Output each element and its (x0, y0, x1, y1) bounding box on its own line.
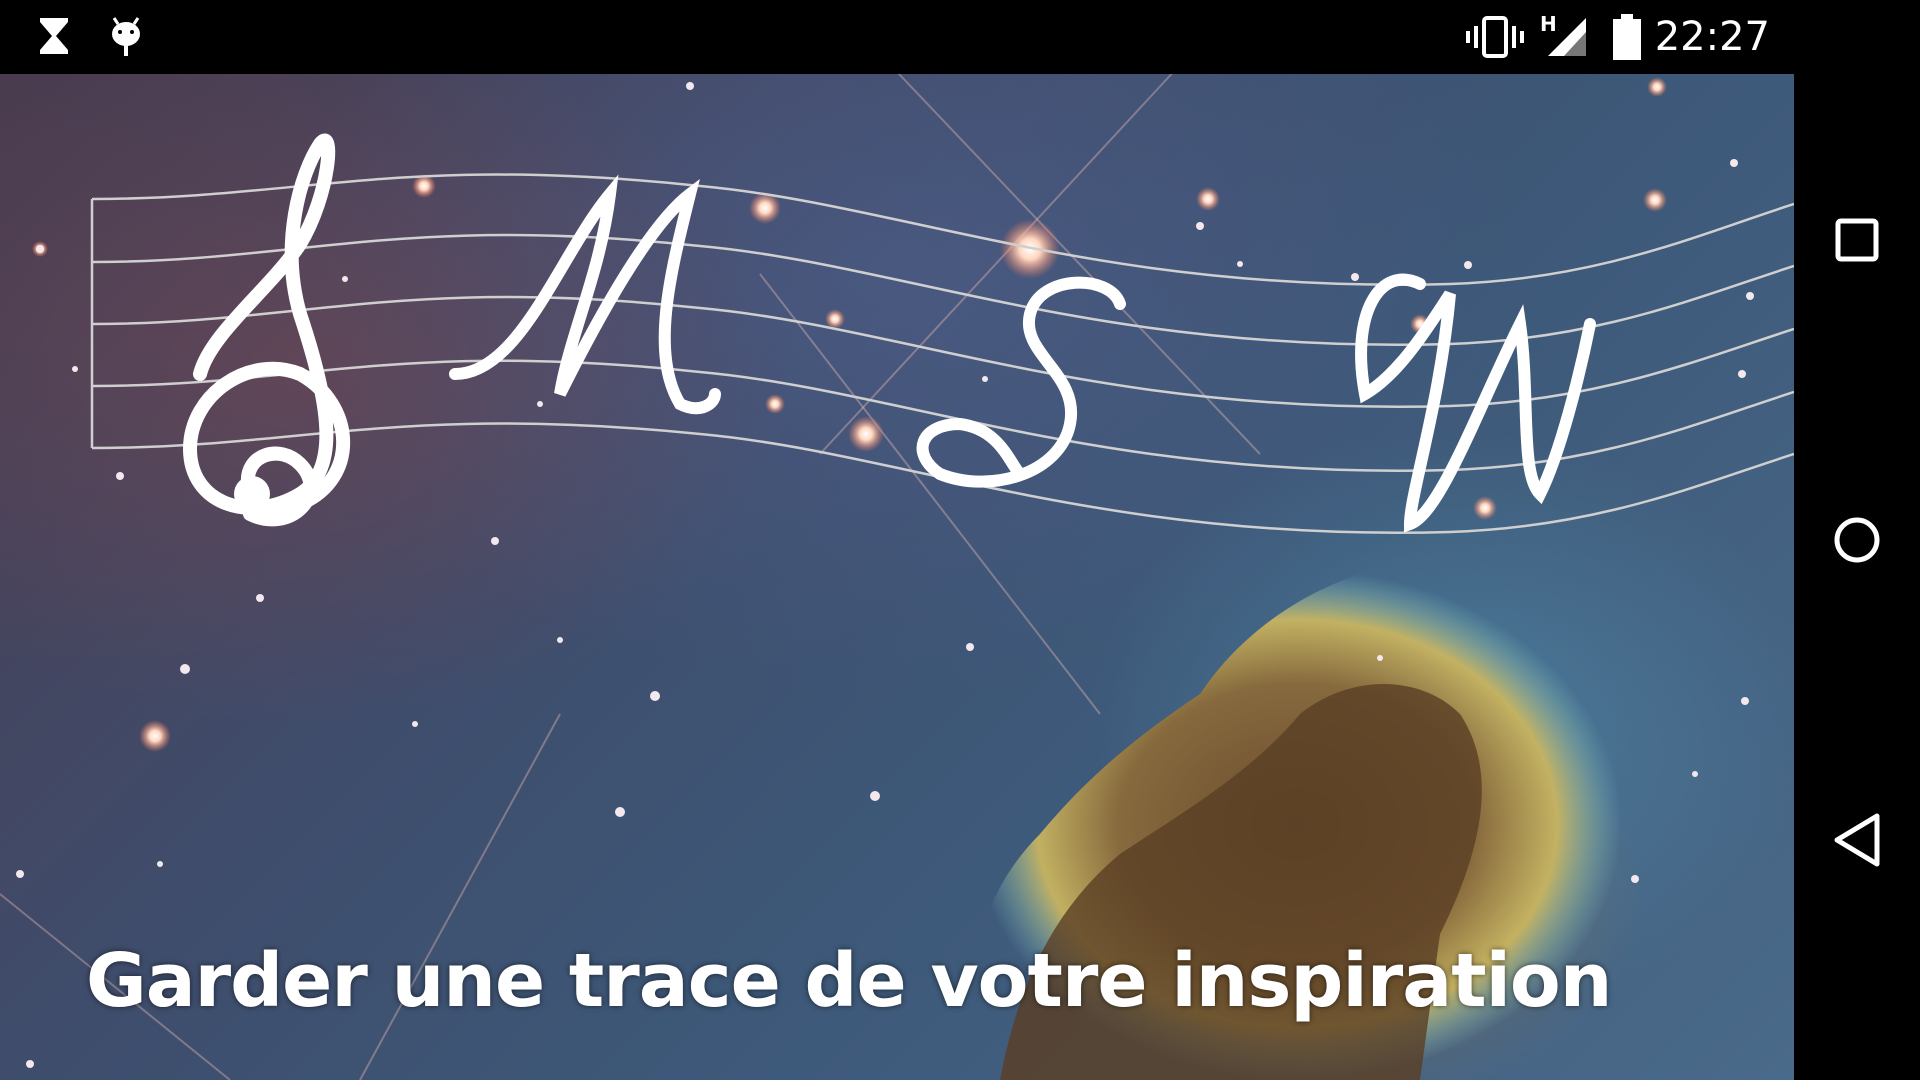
square-icon (1835, 218, 1879, 262)
tagline: Garder une trace de votre inspiration (86, 938, 1612, 1024)
battery-icon (1612, 14, 1642, 66)
msn-logo (90, 133, 1794, 534)
splash-screen: Garder une trace de votre inspiration (0, 74, 1794, 1080)
circle-icon (1834, 517, 1880, 563)
status-bar: H 22:27 (0, 0, 1920, 74)
staff-line (91, 173, 1794, 286)
navigation-bar (1794, 74, 1920, 1080)
triangle-back-icon (1834, 813, 1880, 867)
clock: 22:27 (1654, 14, 1770, 60)
logo-letter-M (449, 174, 721, 415)
hourglass-icon (36, 14, 72, 62)
cell-signal-icon (1546, 14, 1590, 64)
back-button[interactable] (1794, 780, 1920, 900)
staff-line (91, 233, 1794, 346)
home-button[interactable] (1794, 480, 1920, 600)
vibrate-icon (1466, 14, 1524, 64)
logo-letter-N (1355, 273, 1596, 533)
treble-clef-icon (182, 133, 351, 527)
android-debug-icon (106, 14, 146, 64)
recents-button[interactable] (1794, 180, 1920, 300)
staff-line (91, 295, 1794, 408)
logo-letter-S (916, 276, 1126, 488)
